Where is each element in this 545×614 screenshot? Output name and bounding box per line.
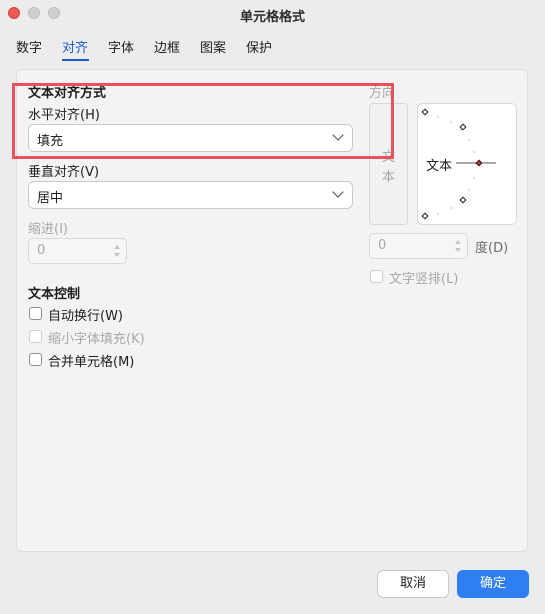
title-bar: 单元格格式 (0, 0, 545, 28)
ok-button[interactable]: 确定 (457, 570, 529, 598)
horizontal-align-select[interactable]: 填充 (28, 124, 353, 152)
indent-value: 0 (37, 243, 46, 258)
vertical-align-select[interactable]: 居中 (28, 181, 353, 209)
vertical-text-button[interactable]: 文本 (369, 103, 408, 225)
degree-stepper[interactable]: 0 (369, 233, 468, 259)
horizontal-align-value: 填充 (37, 134, 64, 149)
stepper-up-icon[interactable] (455, 240, 461, 244)
tab-font[interactable]: 字体 (108, 37, 134, 56)
stepper-up-icon[interactable] (114, 245, 120, 249)
tab-number[interactable]: 数字 (16, 37, 42, 56)
orientation-dial-text: 文本 (426, 159, 453, 174)
shrink-to-fit-label[interactable]: 缩小字体填充(K) (48, 328, 145, 347)
orientation-label: 方向 (369, 86, 396, 101)
tab-alignment[interactable]: 对齐 (62, 37, 88, 56)
tab-protection[interactable]: 保护 (246, 37, 272, 56)
vertical-text-preview: 文本 (381, 150, 395, 185)
indent-label: 缩进(I) (28, 222, 68, 237)
indent-stepper[interactable]: 0 (28, 238, 127, 264)
active-tab-indicator (62, 59, 89, 61)
wrap-text-label[interactable]: 自动换行(W) (48, 305, 123, 324)
vertical-align-label: 垂直对齐(V) (28, 165, 100, 180)
chevron-down-icon (332, 186, 344, 198)
tab-border[interactable]: 边框 (154, 37, 180, 56)
window-title: 单元格格式 (239, 10, 305, 25)
degree-value: 0 (378, 238, 387, 253)
merge-cells-label[interactable]: 合并单元格(M) (48, 351, 134, 370)
text-alignment-section-label: 文本对齐方式 (28, 86, 107, 101)
stepper-down-icon[interactable] (114, 253, 120, 257)
vertical-align-value: 居中 (37, 191, 64, 206)
cancel-button[interactable]: 取消 (377, 570, 449, 598)
text-control-section-label: 文本控制 (28, 287, 81, 302)
chevron-down-icon (332, 129, 344, 141)
wrap-text-checkbox[interactable] (29, 307, 42, 320)
tab-pattern[interactable]: 图案 (200, 37, 226, 56)
stepper-down-icon[interactable] (455, 248, 461, 252)
orientation-dial[interactable]: 文本 (417, 103, 517, 225)
vertical-stack-checkbox[interactable] (370, 270, 383, 283)
vertical-stack-label[interactable]: 文字竖排(L) (389, 268, 458, 287)
horizontal-align-label: 水平对齐(H) (28, 108, 100, 123)
degree-label: 度(D) (475, 241, 509, 256)
shrink-to-fit-checkbox[interactable] (29, 330, 42, 343)
merge-cells-checkbox[interactable] (29, 353, 42, 366)
